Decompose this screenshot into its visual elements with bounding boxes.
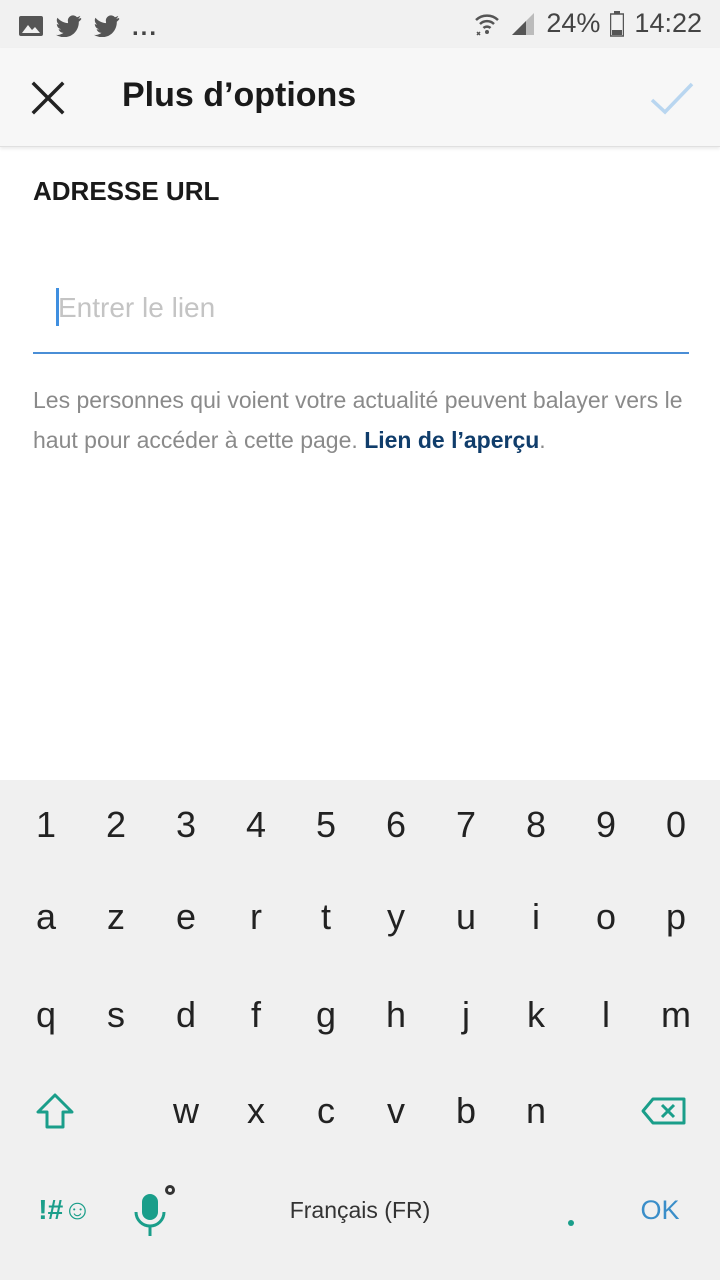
key-8[interactable]: 8 [501,780,571,870]
shift-key[interactable] [20,1066,90,1156]
key-p[interactable]: p [641,872,711,962]
key-y[interactable]: y [361,872,431,962]
url-input[interactable] [56,284,680,332]
key-5[interactable]: 5 [291,780,361,870]
key-0[interactable]: 0 [641,780,711,870]
battery-icon [610,10,625,37]
key-u[interactable]: u [431,872,501,962]
voice-input-key[interactable] [120,1165,190,1255]
backspace-key[interactable] [628,1066,700,1156]
ok-key[interactable]: OK [624,1165,696,1255]
key-n[interactable]: n [501,1066,571,1156]
help-text-body: Les personnes qui voient votre actualité… [33,387,683,453]
key-1[interactable]: 1 [11,780,81,870]
battery-percent: 24% [546,8,601,38]
symbols-key[interactable]: !#☺ [22,1165,108,1255]
keyboard-bottom-row: !#☺ Français (FR) OK [0,1165,720,1255]
app-bar: Plus d’options [0,48,720,147]
key-z[interactable]: z [81,872,151,962]
key-s[interactable]: s [81,970,151,1060]
key-w[interactable]: w [151,1066,221,1156]
notification-overflow: ... [132,14,159,41]
preview-link[interactable]: Lien de l’aperçu [364,427,539,453]
key-t[interactable]: t [291,872,361,962]
status-right: 24% 14:22 [474,8,702,39]
period-dot-icon [568,1220,574,1226]
status-bar: ... 24% 14:22 [0,0,720,48]
key-f[interactable]: f [221,970,291,1060]
key-4[interactable]: 4 [221,780,291,870]
confirm-check-icon[interactable] [648,78,696,118]
key-l[interactable]: l [571,970,641,1060]
key-o[interactable]: o [571,872,641,962]
key-h[interactable]: h [361,970,431,1060]
key-j[interactable]: j [431,970,501,1060]
microphone-icon [134,1185,175,1236]
key-i[interactable]: i [501,872,571,962]
help-text: Les personnes qui voient votre actualité… [33,380,693,460]
key-v[interactable]: v [361,1066,431,1156]
url-section-label: ADRESSE URL [33,176,220,206]
close-icon[interactable] [28,78,68,118]
keyboard-number-row: 1 2 3 4 5 6 7 8 9 0 [0,780,720,870]
key-b[interactable]: b [431,1066,501,1156]
key-7[interactable]: 7 [431,780,501,870]
keyboard-row-1: a z e r t y u i o p [0,872,720,962]
key-m[interactable]: m [641,970,711,1060]
gallery-icon [19,16,43,36]
key-3[interactable]: 3 [151,780,221,870]
backspace-icon [641,1097,686,1125]
space-bar[interactable]: Français (FR) [210,1165,510,1255]
key-e[interactable]: e [151,872,221,962]
key-c[interactable]: c [291,1066,361,1156]
key-g[interactable]: g [291,970,361,1060]
key-k[interactable]: k [501,970,571,1060]
key-a[interactable]: a [11,872,81,962]
keyboard-row-2: q s d f g h j k l m [0,970,720,1060]
help-text-period: . [539,427,546,453]
twitter-icon [56,15,82,37]
period-key[interactable] [536,1165,606,1255]
url-field[interactable] [33,278,689,354]
keyboard: 1 2 3 4 5 6 7 8 9 0 a z e r t y u i o p … [0,780,720,1280]
key-6[interactable]: 6 [361,780,431,870]
signal-icon [512,12,535,35]
key-2[interactable]: 2 [81,780,151,870]
keyboard-row-3: w x c v b n [0,1066,720,1156]
key-9[interactable]: 9 [571,780,641,870]
key-r[interactable]: r [221,872,291,962]
key-d[interactable]: d [151,970,221,1060]
page-title: Plus d’options [122,76,357,114]
status-left: ... [18,10,158,42]
twitter-icon [94,15,120,37]
key-q[interactable]: q [11,970,81,1060]
key-x[interactable]: x [221,1066,291,1156]
shift-arrow-icon [36,1093,74,1129]
status-time: 14:22 [634,8,702,38]
wifi-icon [475,13,500,36]
